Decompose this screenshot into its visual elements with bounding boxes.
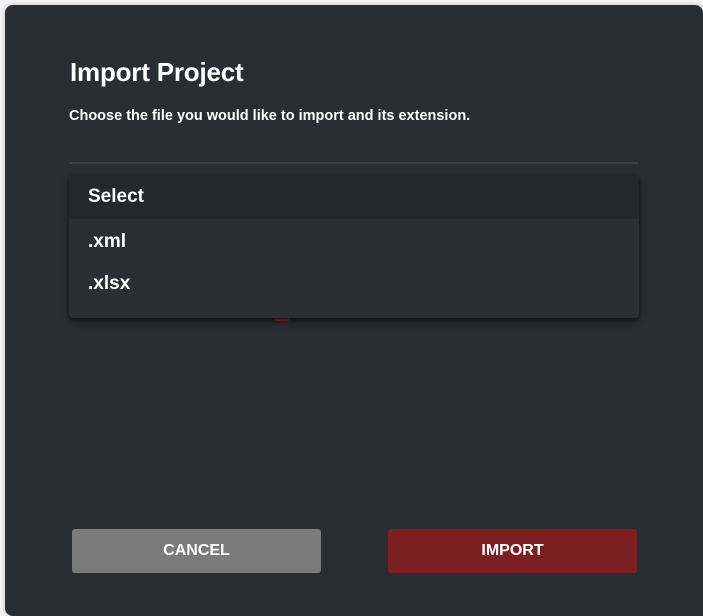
cancel-button[interactable]: CANCEL <box>72 529 321 573</box>
extension-dropdown-menu: Select .xml .xlsx <box>69 175 639 318</box>
option-xlsx[interactable]: .xlsx <box>69 263 639 307</box>
option-label: Select <box>88 186 144 207</box>
option-label: .xlsx <box>88 273 131 294</box>
option-label: .xml <box>88 230 127 252</box>
option-select[interactable]: Select <box>69 175 639 219</box>
dialog-title: Import Project <box>70 57 244 87</box>
import-project-dialog: Import Project Choose the file you would… <box>5 5 703 616</box>
dialog-subtitle: Choose the file you would like to import… <box>69 108 471 124</box>
extension-select-field[interactable] <box>69 162 639 164</box>
import-button[interactable]: IMPORT <box>388 529 637 573</box>
option-xml[interactable]: .xml <box>69 219 639 263</box>
